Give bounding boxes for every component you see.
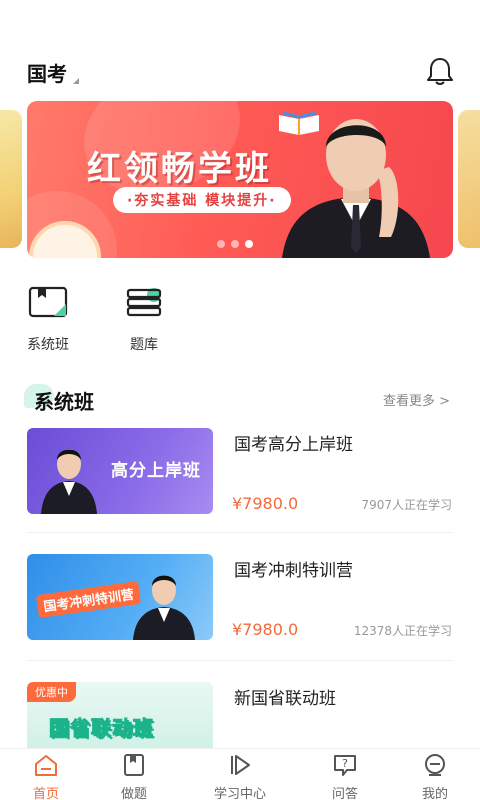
tab-practice[interactable]: 做题 (86, 753, 182, 800)
course-card[interactable]: 国考冲刺特训营 国考冲刺特训营 ¥7980.0 12378人正在学习 (0, 554, 480, 644)
course-thumbnail: 高分上岸班 (27, 428, 213, 514)
profile-icon (425, 754, 445, 776)
carousel-dot[interactable] (217, 240, 225, 248)
view-more-link[interactable]: 查看更多 > (383, 390, 450, 409)
entry-system-class[interactable]: 系统班 (18, 286, 78, 354)
thumbnail-caption: 国省联动班 (49, 716, 154, 741)
course-card[interactable]: 高分上岸班 国考高分上岸班 ¥7980.0 7907人正在学习 (0, 428, 480, 518)
entry-question-bank[interactable]: 题库 (114, 286, 174, 354)
course-price: ¥7980.0 (232, 494, 299, 513)
tab-label: 我的 (421, 787, 448, 800)
home-icon (35, 755, 57, 776)
banner-subtitle: ·夯实基础 模块提升· (113, 187, 291, 213)
tab-profile[interactable]: 我的 (387, 753, 480, 800)
teacher-photo (133, 575, 195, 640)
qa-icon: ? (334, 755, 356, 776)
top-header: 国考 (0, 52, 480, 92)
exam-type-selector[interactable]: 国考 (27, 58, 79, 87)
divider (27, 532, 453, 533)
course-name: 新国省联动班 (234, 689, 336, 709)
discount-badge: 优惠中 (27, 682, 76, 702)
promo-banner[interactable]: 红领畅学班 ·夯实基础 模块提升· (27, 101, 453, 258)
teacher-photo (41, 449, 97, 514)
tab-home[interactable]: 首页 (0, 753, 94, 800)
course-thumbnail: 国考冲刺特训营 (27, 554, 213, 640)
entry-label: 题库 (130, 337, 158, 353)
thumbnail-caption: 高分上岸班 (111, 461, 201, 481)
practice-icon (124, 754, 144, 776)
tab-label: 问答 (331, 787, 358, 800)
learner-count: 7907人正在学习 (361, 498, 452, 512)
study-center-icon (231, 755, 250, 775)
bottom-tab-bar: 首页 做题 学习中心 ? 问答 我的 (0, 748, 480, 800)
course-price: ¥7980.0 (232, 620, 299, 639)
course-name: 国考高分上岸班 (234, 435, 353, 455)
tab-study-center[interactable]: 学习中心 (192, 753, 288, 800)
next-banner-peek[interactable] (458, 110, 480, 248)
system-class-icon (28, 286, 68, 318)
tab-label: 学习中心 (213, 787, 266, 800)
divider (27, 660, 453, 661)
thumbnail-caption: 国考冲刺特训营 (35, 580, 142, 619)
svg-text:?: ? (342, 757, 348, 770)
carousel-dot[interactable] (245, 240, 253, 248)
entry-label: 系统班 (27, 337, 69, 353)
teacher-photo (282, 119, 430, 258)
tab-label: 首页 (32, 787, 59, 800)
course-name: 国考冲刺特训营 (234, 561, 353, 581)
question-bank-icon (126, 288, 162, 317)
section-header: 系统班 查看更多 > (0, 384, 480, 414)
tab-qa[interactable]: ? 问答 (297, 753, 393, 800)
banner-title: 红领畅学班 (87, 149, 272, 189)
carousel-indicator (217, 240, 253, 248)
tab-label: 做题 (120, 787, 147, 800)
prev-banner-peek[interactable] (0, 110, 22, 248)
section-title: 系统班 (34, 390, 94, 414)
exam-type-label: 国考 (27, 62, 67, 86)
quick-entries: 系统班 题库 (0, 286, 480, 356)
carousel-dot[interactable] (231, 240, 239, 248)
learner-count: 12378人正在学习 (353, 624, 452, 638)
bell-icon[interactable] (426, 56, 454, 86)
dropdown-caret-icon (73, 78, 79, 84)
